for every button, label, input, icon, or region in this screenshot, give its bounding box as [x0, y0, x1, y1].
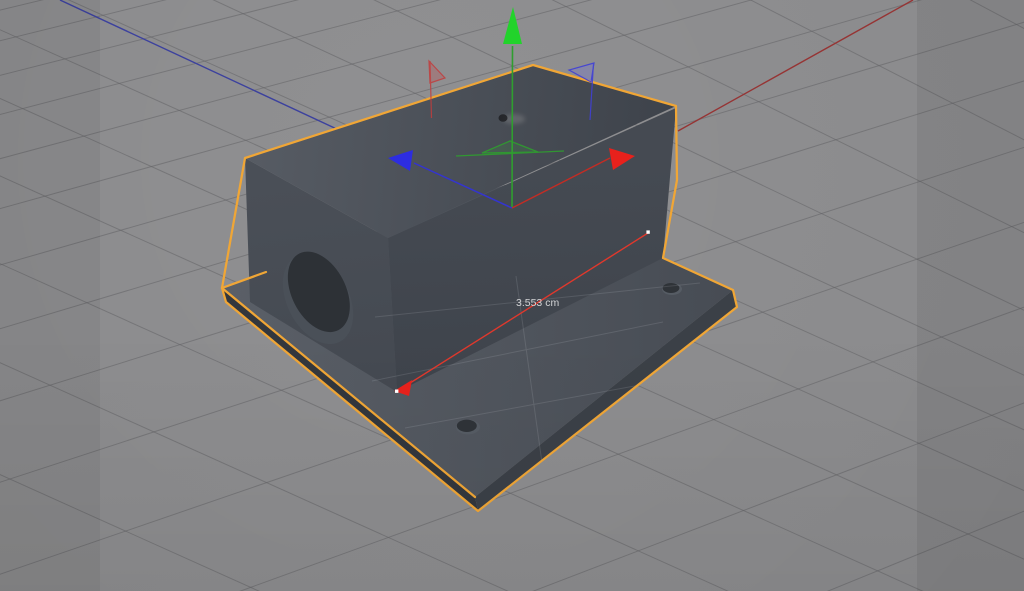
viewport-canvas[interactable]: 3.553 cm	[0, 0, 1024, 591]
viewport-vignette	[0, 0, 1024, 591]
3d-viewport[interactable]: 3.553 cm	[0, 0, 1024, 591]
